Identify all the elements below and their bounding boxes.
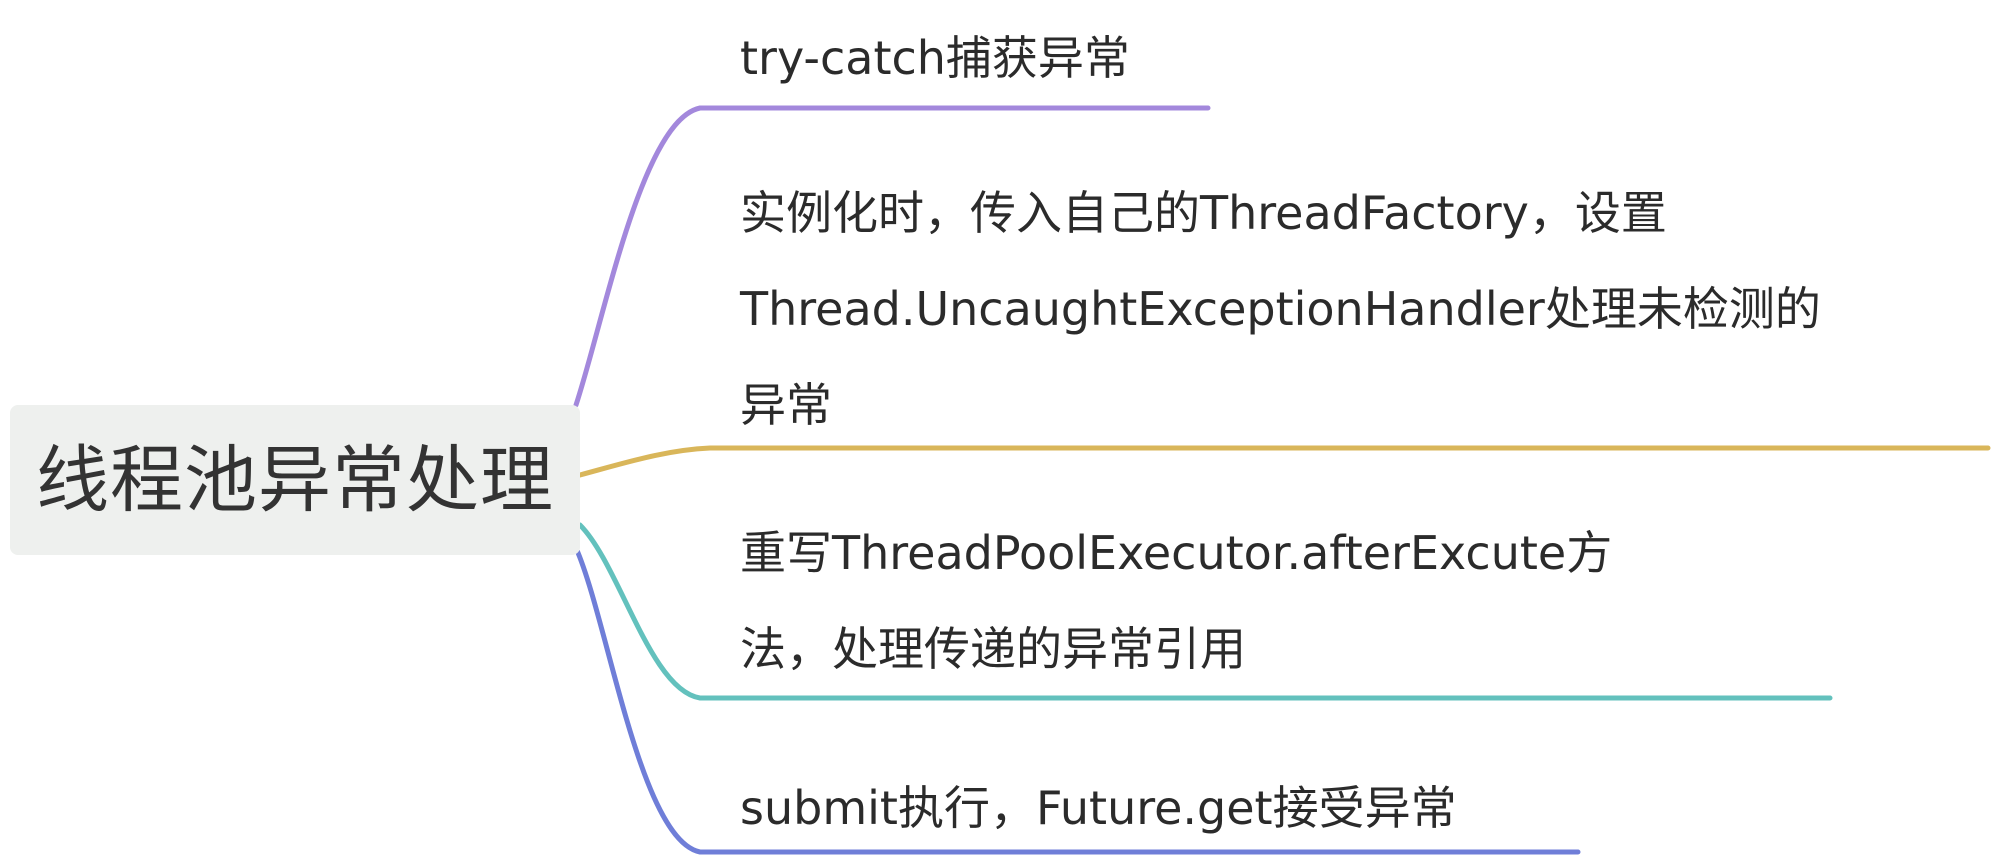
branch-line: try-catch捕获异常: [740, 31, 1130, 85]
root-node: 线程池异常处理: [10, 405, 580, 555]
branch-line: submit执行，Future.get接受异常: [740, 781, 1457, 835]
branch-line: 法，处理传递的异常引用: [740, 622, 1246, 676]
mind-map: 线程池异常处理 try-catch捕获异常 实例化时，传入自己的ThreadFa…: [0, 0, 1998, 859]
root-title: 线程池异常处理: [36, 437, 554, 523]
branch-thread-factory: 实例化时，传入自己的ThreadFactory，设置 Thread.Uncaug…: [740, 165, 1821, 453]
branch-submit-future: submit执行，Future.get接受异常: [740, 760, 1457, 856]
branch-line: 异常: [740, 378, 832, 432]
branch-line: Thread.UncaughtExceptionHandler处理未检测的: [740, 282, 1821, 336]
branch-try-catch: try-catch捕获异常: [740, 10, 1130, 106]
branch-line: 重写ThreadPoolExecutor.afterExcute方: [740, 526, 1613, 580]
branch-after-execute: 重写ThreadPoolExecutor.afterExcute方 法，处理传递…: [740, 505, 1612, 697]
branch-line: 实例化时，传入自己的ThreadFactory，设置: [740, 186, 1667, 240]
